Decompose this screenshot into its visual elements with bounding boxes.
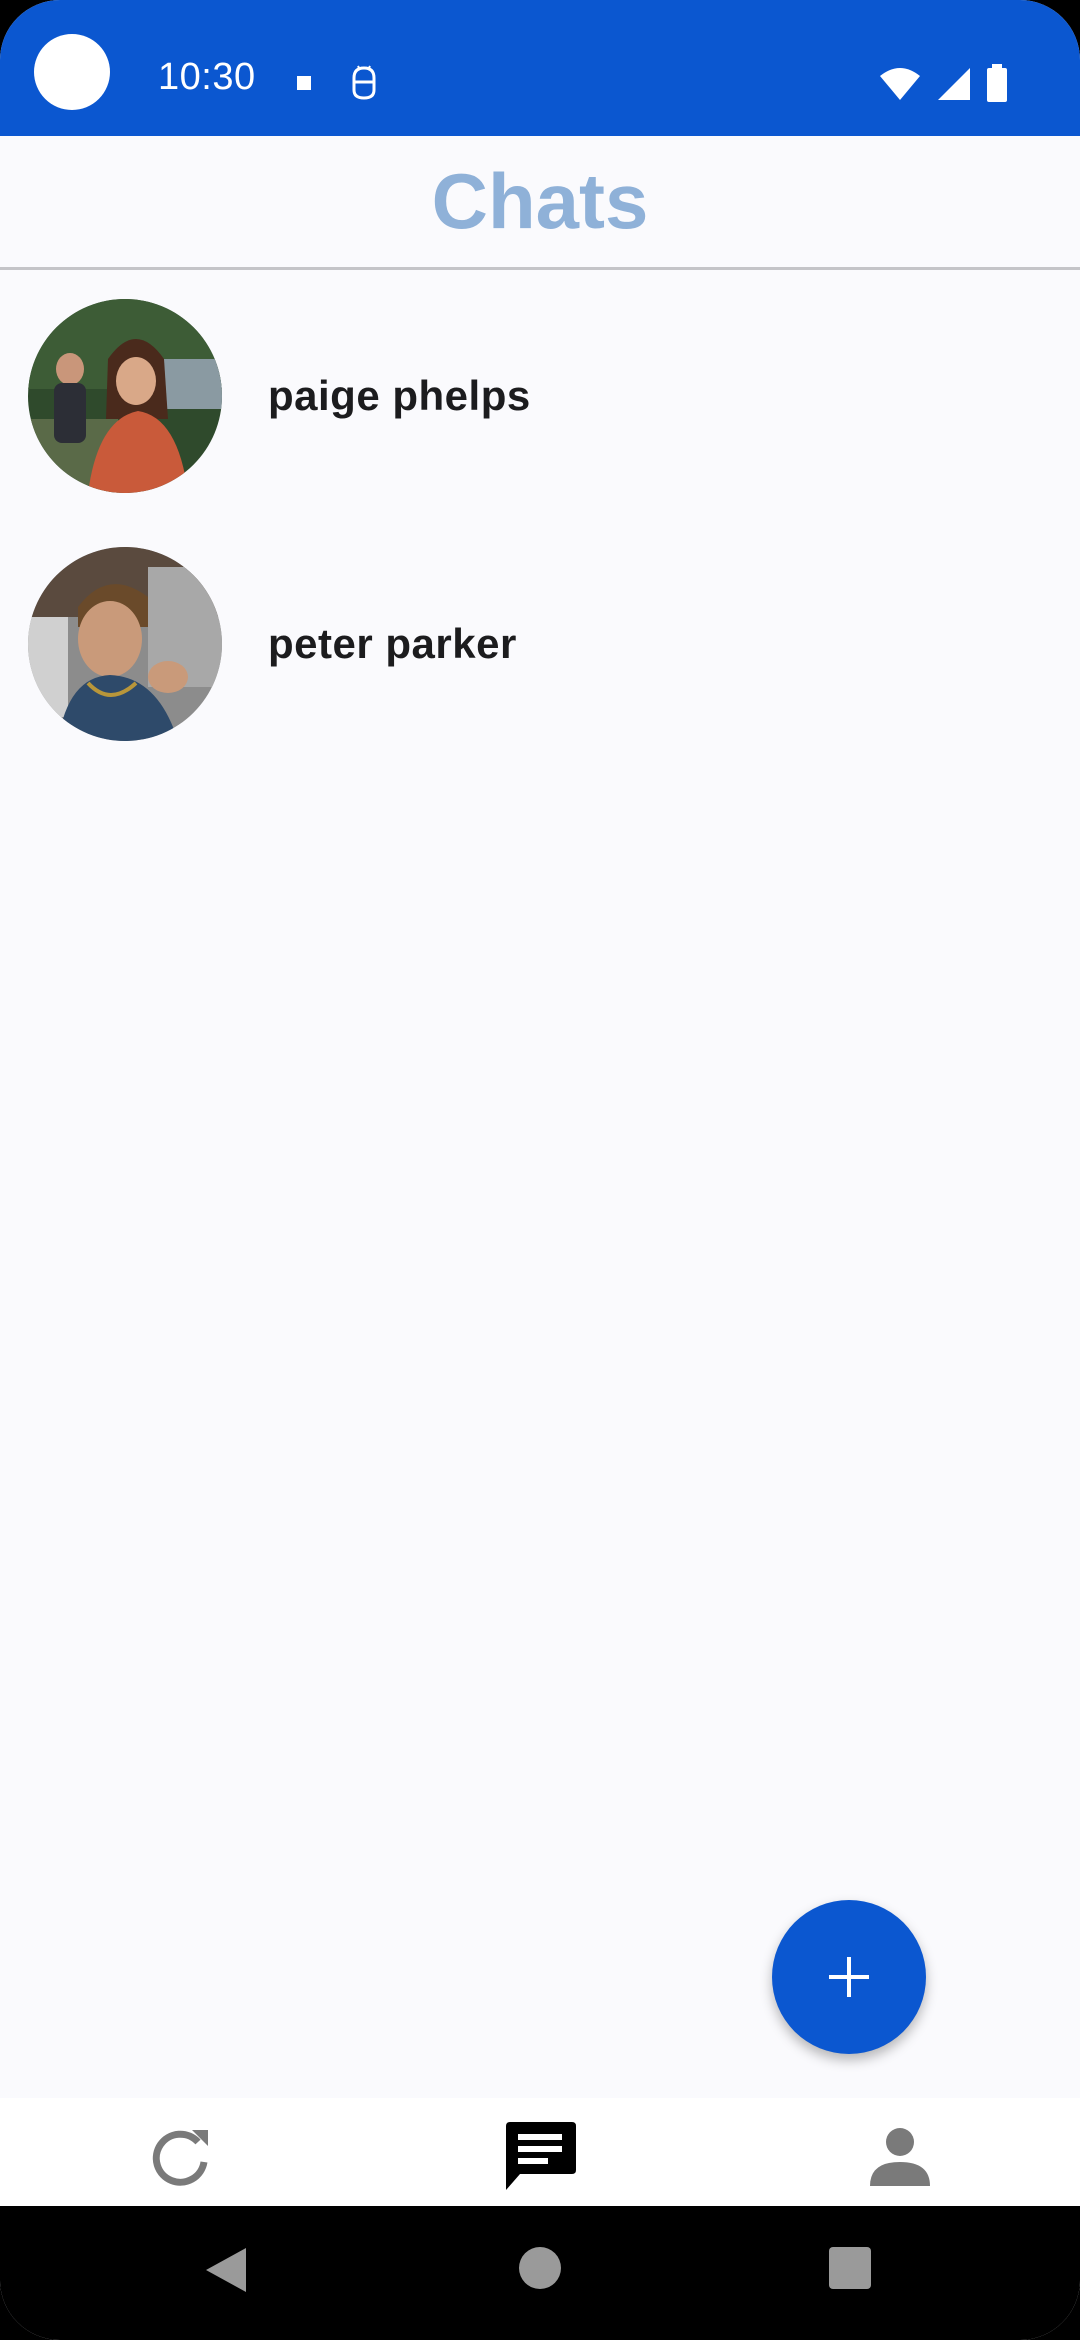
person-icon: [870, 2128, 930, 2186]
refresh-icon: [152, 2130, 208, 2186]
nav-chats[interactable]: [500, 2116, 580, 2196]
chat-icon: [506, 2122, 576, 2190]
system-icons: [878, 64, 1008, 102]
system-navigation-bar: [0, 2206, 1080, 2340]
status-time: 10:30: [158, 56, 256, 98]
recents-icon[interactable]: [828, 2246, 872, 2290]
android-debug-icon: [352, 65, 376, 100]
nav-refresh[interactable]: [140, 2116, 220, 2196]
bottom-navigation: [0, 2098, 1080, 2206]
page-title: Chats: [431, 157, 649, 245]
nav-profile[interactable]: [860, 2116, 940, 2196]
camera-cutout: [34, 34, 110, 110]
plus-icon: [829, 1957, 869, 1997]
notification-square-icon: [297, 76, 311, 90]
cellular-signal-icon: [938, 68, 970, 100]
back-icon[interactable]: [204, 2246, 248, 2294]
chat-list-item[interactable]: peter parker: [0, 520, 1080, 768]
app-bar: Chats: [0, 136, 1080, 270]
avatar: [28, 547, 222, 741]
phone-screen: 10:30 Chats paige phelps peter parker: [0, 0, 1080, 2340]
chat-contact-name: paige phelps: [268, 372, 531, 419]
home-icon[interactable]: [518, 2246, 562, 2290]
avatar: [28, 299, 222, 493]
new-chat-fab[interactable]: [772, 1900, 926, 2054]
battery-icon: [987, 64, 1007, 102]
chat-list-item[interactable]: paige phelps: [0, 272, 1080, 520]
wifi-icon: [880, 68, 920, 100]
status-bar: 10:30: [0, 0, 1080, 136]
chat-contact-name: peter parker: [268, 620, 517, 667]
chat-list: paige phelps peter parker: [0, 272, 1080, 768]
